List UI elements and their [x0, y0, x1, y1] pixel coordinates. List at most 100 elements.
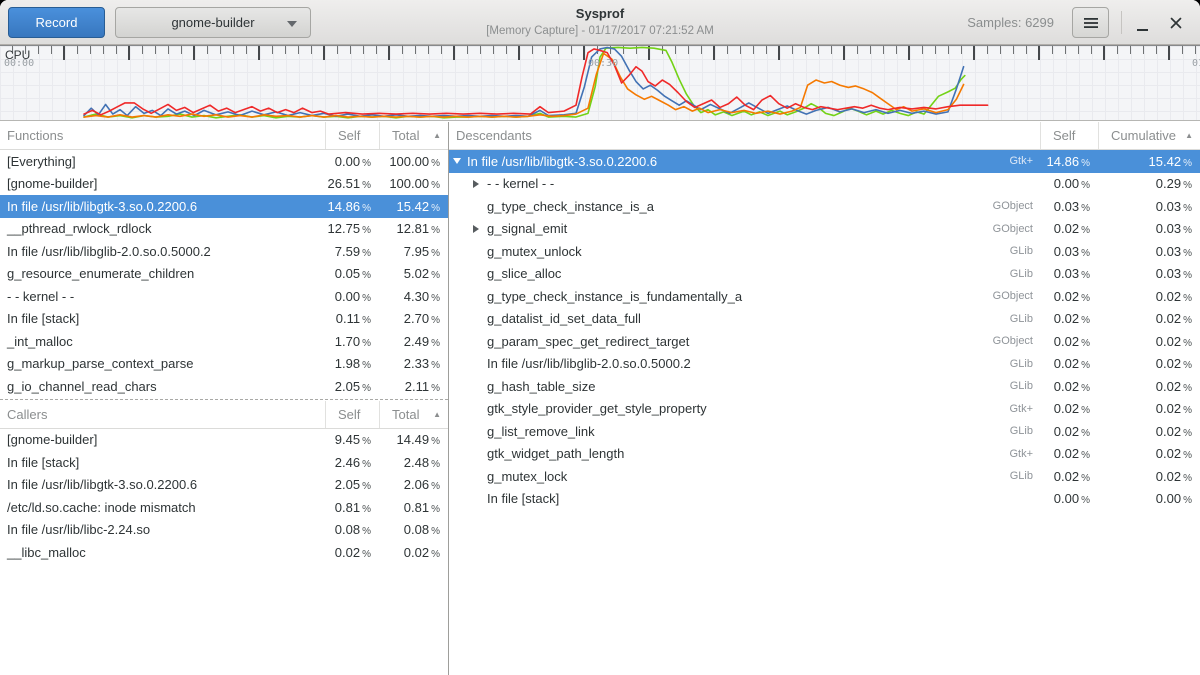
table-row[interactable]: [gnome-builder]9.45%14.49% — [0, 429, 448, 452]
callers-total-column-header[interactable]: Total ▲ — [379, 401, 448, 428]
function-name: In file /usr/lib/libgtk-3.so.0.2200.6 — [0, 199, 325, 214]
function-name: g_hash_table_size — [487, 379, 595, 394]
cumulative-percent: 0.02% — [1098, 469, 1200, 484]
total-percent: 15.42% — [379, 199, 448, 214]
tree-row[interactable]: g_type_check_instance_is_aGObject0.03%0.… — [449, 195, 1200, 218]
tree-row[interactable]: g_slice_allocGLib0.03%0.03% — [449, 263, 1200, 286]
self-percent: 0.02% — [1040, 401, 1098, 416]
total-percent: 4.30% — [379, 289, 448, 304]
self-percent: 0.02% — [1040, 469, 1098, 484]
tree-row[interactable]: g_mutex_unlockGLib0.03%0.03% — [449, 240, 1200, 263]
self-percent: 0.00% — [325, 289, 379, 304]
tree-row[interactable]: In file [stack]0.00%0.00% — [449, 488, 1200, 511]
table-row[interactable]: In file /usr/lib/libgtk-3.so.0.2200.614.… — [0, 195, 448, 218]
tree-row[interactable]: g_mutex_lockGLib0.02%0.02% — [449, 465, 1200, 488]
cumulative-percent: 0.02% — [1098, 356, 1200, 371]
table-row[interactable]: __libc_malloc0.02%0.02% — [0, 541, 448, 564]
function-name-cell: In file /usr/lib/libgtk-3.so.0.2200.6Gtk… — [449, 154, 1040, 169]
tree-row[interactable]: g_signal_emitGObject0.02%0.03% — [449, 218, 1200, 241]
cumulative-percent: 0.02% — [1098, 424, 1200, 439]
functions-self-column-header[interactable]: Self — [325, 122, 379, 149]
self-percent: 12.75% — [325, 221, 379, 236]
table-row[interactable]: In file /usr/lib/libglib-2.0.so.0.5000.2… — [0, 240, 448, 263]
expand-arrow-icon[interactable] — [473, 225, 487, 233]
functions-table-header: Functions Self Total ▲ — [0, 122, 448, 150]
category-tag: Gtk+ — [1009, 448, 1040, 460]
category-tag: GLib — [1010, 245, 1040, 257]
self-percent: 0.05% — [325, 266, 379, 281]
close-icon — [1170, 17, 1182, 29]
cumulative-percent: 0.29% — [1098, 176, 1200, 191]
menu-button[interactable] — [1072, 7, 1109, 38]
self-percent: 0.02% — [1040, 289, 1098, 304]
target-process-dropdown[interactable]: gnome-builder — [115, 7, 311, 38]
tree-row[interactable]: In file /usr/lib/libglib-2.0.so.0.5000.2… — [449, 353, 1200, 376]
descendants-cumulative-column-header[interactable]: Cumulative ▲ — [1098, 122, 1200, 149]
table-row[interactable]: - - kernel - -0.00%4.30% — [0, 285, 448, 308]
function-name-cell: g_hash_table_sizeGLib — [449, 379, 1040, 394]
minimize-button[interactable] — [1126, 7, 1158, 38]
total-percent: 7.95% — [379, 244, 448, 259]
chevron-down-icon — [287, 21, 297, 27]
table-row[interactable]: g_resource_enumerate_children0.05%5.02% — [0, 263, 448, 286]
category-tag: GLib — [1010, 268, 1040, 280]
category-tag: GObject — [993, 290, 1040, 302]
table-row[interactable]: __pthread_rwlock_rdlock12.75%12.81% — [0, 218, 448, 241]
table-row[interactable]: In file [stack]0.11%2.70% — [0, 308, 448, 331]
tree-row[interactable]: g_hash_table_sizeGLib0.02%0.02% — [449, 375, 1200, 398]
tree-row[interactable]: g_datalist_id_set_data_fullGLib0.02%0.02… — [449, 308, 1200, 331]
total-percent: 5.02% — [379, 266, 448, 281]
function-name: In file /usr/lib/libglib-2.0.so.0.5000.2 — [487, 356, 691, 371]
total-percent: 2.06% — [379, 477, 448, 492]
descendants-self-column-header[interactable]: Self — [1040, 122, 1098, 149]
table-row[interactable]: In file /usr/lib/libc-2.24.so0.08%0.08% — [0, 519, 448, 542]
tree-row[interactable]: - - kernel - -0.00%0.29% — [449, 173, 1200, 196]
callers-column-header[interactable]: Callers — [0, 401, 325, 428]
expand-arrow-icon[interactable] — [473, 180, 487, 188]
tree-row[interactable]: In file /usr/lib/libgtk-3.so.0.2200.6Gtk… — [449, 150, 1200, 173]
functions-total-column-header[interactable]: Total ▲ — [379, 122, 448, 149]
tree-row[interactable]: g_param_spec_get_redirect_targetGObject0… — [449, 330, 1200, 353]
total-header-label: Total — [392, 128, 419, 143]
sort-ascending-icon: ▲ — [433, 131, 441, 140]
table-row[interactable]: g_markup_parse_context_parse1.98%2.33% — [0, 353, 448, 376]
self-percent: 14.86% — [325, 199, 379, 214]
cpu-graph[interactable]: CPU 00:0000:3001:00 — [0, 45, 1200, 121]
sysprof-window: Record gnome-builder Sysprof [Memory Cap… — [0, 0, 1200, 675]
function-name: - - kernel - - — [0, 289, 325, 304]
table-row[interactable]: In file /usr/lib/libgtk-3.so.0.2200.62.0… — [0, 474, 448, 497]
cumulative-percent: 0.02% — [1098, 289, 1200, 304]
total-percent: 12.81% — [379, 221, 448, 236]
self-percent: 0.00% — [325, 154, 379, 169]
functions-column-header[interactable]: Functions — [0, 122, 325, 149]
category-tag: GLib — [1010, 358, 1040, 370]
total-percent: 0.08% — [379, 522, 448, 537]
table-row[interactable]: g_io_channel_read_chars2.05%2.11% — [0, 375, 448, 398]
self-percent: 0.08% — [325, 522, 379, 537]
callers-self-column-header[interactable]: Self — [325, 401, 379, 428]
record-button[interactable]: Record — [8, 7, 105, 38]
table-row[interactable]: [Everything]0.00%100.00% — [0, 150, 448, 173]
cumulative-percent: 0.02% — [1098, 334, 1200, 349]
self-percent: 9.45% — [325, 432, 379, 447]
self-percent: 2.05% — [325, 379, 379, 394]
descendants-column-header[interactable]: Descendants — [449, 122, 1040, 149]
tree-row[interactable]: gtk_widget_path_lengthGtk+0.02%0.02% — [449, 443, 1200, 466]
total-percent: 100.00% — [379, 176, 448, 191]
headerbar-separator — [1121, 11, 1122, 34]
table-row[interactable]: /etc/ld.so.cache: inode mismatch0.81%0.8… — [0, 496, 448, 519]
table-row[interactable]: In file [stack]2.46%2.48% — [0, 451, 448, 474]
function-name-cell: g_mutex_unlockGLib — [449, 244, 1040, 259]
collapse-arrow-icon[interactable] — [453, 158, 467, 164]
table-row[interactable]: [gnome-builder]26.51%100.00% — [0, 173, 448, 196]
self-percent: 0.02% — [1040, 424, 1098, 439]
tree-row[interactable]: g_type_check_instance_is_fundamentally_a… — [449, 285, 1200, 308]
cpu-graph-label: CPU — [5, 48, 30, 62]
close-button[interactable] — [1160, 7, 1192, 38]
function-name: [gnome-builder] — [0, 432, 325, 447]
table-row[interactable]: _int_malloc1.70%2.49% — [0, 330, 448, 353]
time-label: 01:00 — [1192, 58, 1200, 69]
tree-row[interactable]: g_list_remove_linkGLib0.02%0.02% — [449, 420, 1200, 443]
tree-row[interactable]: gtk_style_provider_get_style_propertyGtk… — [449, 398, 1200, 421]
category-tag: GObject — [993, 200, 1040, 212]
